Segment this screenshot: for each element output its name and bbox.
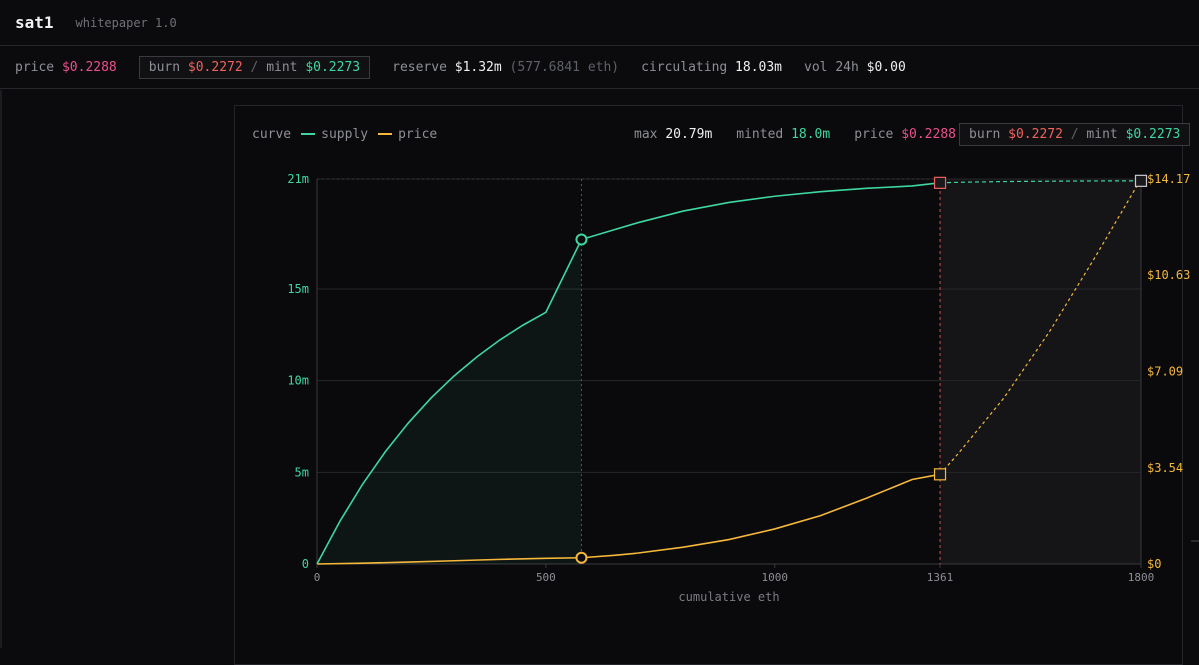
x-tick-label-3: 1361 xyxy=(927,571,954,584)
bonding-curve-chart[interactable]: 0 5m 10m 15m 21m $0 $3.54 $7.09 $10.63 $14.17 0 500… xyxy=(0,0,1199,648)
y-left-tick-label-4: 21m xyxy=(287,172,309,186)
y-right-tick-label-3: $10.63 xyxy=(1147,268,1190,282)
y-right-tick-label-0: $0 xyxy=(1147,557,1161,571)
supply-cap-point xyxy=(933,176,947,189)
x-tick-label-4: 1800 xyxy=(1128,571,1155,584)
price-current-point xyxy=(575,551,588,564)
y-right-tick-label-1: $3.54 xyxy=(1147,461,1183,475)
x-axis-label: cumulative eth xyxy=(678,590,779,604)
right-edge-tick xyxy=(1191,540,1199,542)
locked-region xyxy=(940,179,1141,564)
y-left-tick-label-1: 5m xyxy=(295,465,309,479)
y-left-tick-label-0: 0 xyxy=(302,557,309,571)
x-tick-label-1: 500 xyxy=(536,571,556,584)
supply-end-point xyxy=(1134,174,1148,187)
y-left-tick-label-3: 15m xyxy=(287,282,309,296)
supply-current-point xyxy=(575,233,588,246)
y-left-tick-label-2: 10m xyxy=(287,374,309,388)
x-tick-label-2: 1000 xyxy=(762,571,789,584)
supply-area-fill xyxy=(317,239,582,564)
price-cap-point xyxy=(933,468,947,481)
y-right-tick-label-4: $14.17 xyxy=(1147,172,1190,186)
x-tick-label-0: 0 xyxy=(314,571,321,584)
y-right-tick-label-2: $7.09 xyxy=(1147,364,1183,378)
